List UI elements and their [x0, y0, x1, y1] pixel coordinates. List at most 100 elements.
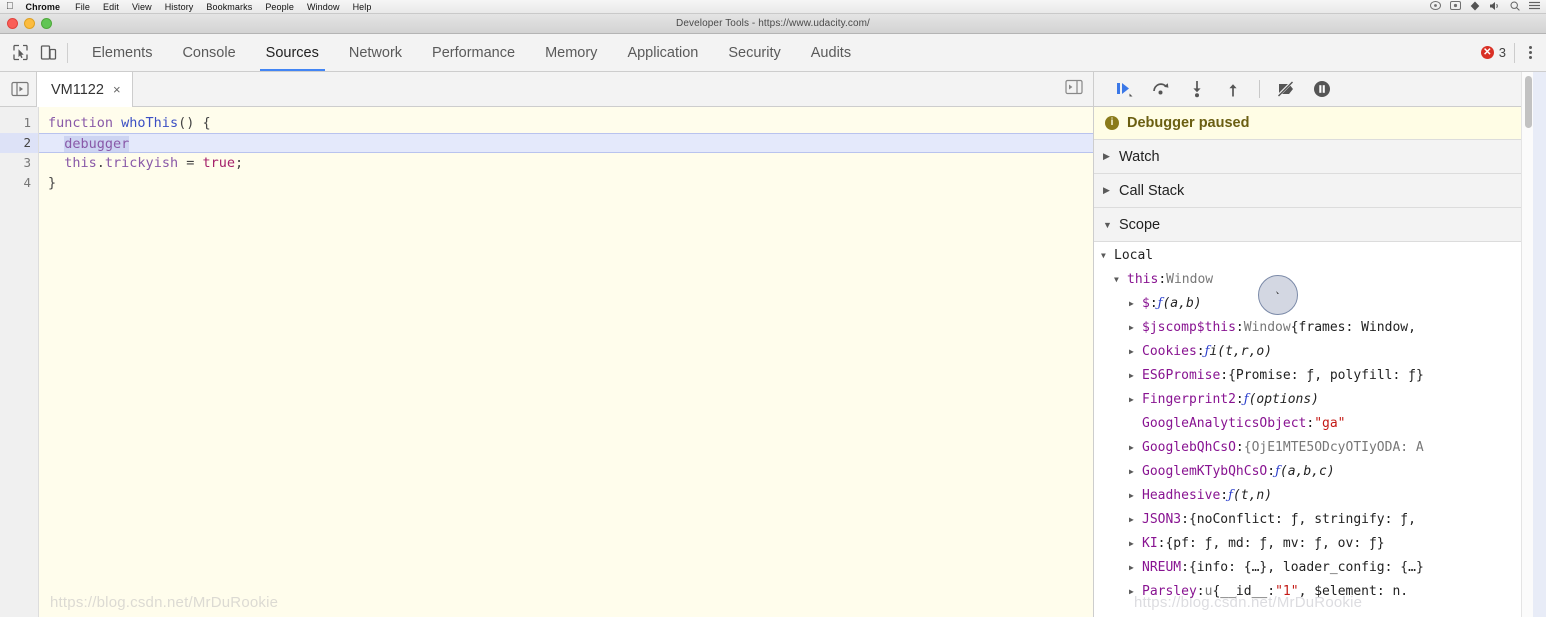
pause-on-exceptions-icon[interactable] — [1307, 76, 1337, 102]
menu-item-bookmarks[interactable]: Bookmarks — [206, 2, 252, 12]
function-args: i(t,r,o) — [1209, 344, 1273, 359]
resume-icon[interactable] — [1110, 76, 1140, 102]
function-args: (t,n) — [1232, 488, 1273, 503]
tab-security[interactable]: Security — [713, 34, 795, 71]
close-window-button[interactable] — [7, 18, 18, 29]
file-tab-vm1122[interactable]: VM1122 × — [36, 72, 133, 107]
scope-this-name: this — [1127, 272, 1159, 287]
property-preview: {info: {…}, loader_config: {…} — [1188, 560, 1424, 575]
scope-property-row[interactable]: ▶ Parsley: u {__id__: "1", $element: n. — [1094, 580, 1546, 604]
menu-item-edit[interactable]: Edit — [103, 2, 119, 12]
tabbar-divider — [1514, 42, 1515, 63]
scope-property-row[interactable]: ▶ Fingerprint2: ƒ (options) — [1094, 388, 1546, 412]
control-center-icon[interactable] — [1529, 1, 1540, 12]
property-preview: {noConflict: ƒ, stringify: ƒ, — [1188, 512, 1416, 527]
inspect-element-icon[interactable] — [6, 39, 34, 67]
function-args: (options) — [1248, 392, 1320, 407]
show-navigator-icon[interactable] — [4, 72, 36, 106]
devtools-tab-bar: Elements Console Sources Network Perform… — [0, 34, 1546, 72]
kebab-menu-icon[interactable] — [1523, 42, 1538, 63]
tab-network[interactable]: Network — [334, 34, 417, 71]
step-into-icon[interactable] — [1182, 76, 1212, 102]
scope-property-row[interactable]: ▶ JSON3: {noConflict: ƒ, stringify: ƒ, — [1094, 508, 1546, 532]
step-over-icon[interactable] — [1146, 76, 1176, 102]
this-keyword: this — [64, 155, 97, 171]
code-editor[interactable]: 1 2 3 4 function whoThis() { debugger th… — [0, 107, 1093, 617]
debugger-toolbar — [1094, 72, 1546, 107]
scrollbar-thumb[interactable] — [1525, 76, 1532, 128]
menu-item-people[interactable]: People — [265, 2, 294, 12]
tab-elements[interactable]: Elements — [77, 34, 167, 71]
section-call-stack-label: Call Stack — [1119, 182, 1185, 199]
scope-property-row[interactable]: ▶ $: ƒ (a,b) — [1094, 292, 1546, 316]
search-icon[interactable] — [1510, 0, 1520, 13]
debugger-statement: debugger — [64, 136, 130, 152]
editor-tab-bar: VM1122 × — [0, 72, 1093, 107]
maximize-window-button[interactable] — [41, 18, 52, 29]
property-name: $ — [1142, 296, 1150, 311]
close-icon[interactable]: × — [113, 83, 121, 96]
show-debugger-icon[interactable] — [1065, 79, 1083, 100]
tab-audits[interactable]: Audits — [796, 34, 866, 71]
scope-property-row[interactable]: ▶ GooglebQhCsO: {OjE1MTE5ODcyOTIyODA: A — [1094, 436, 1546, 460]
scope-property-row[interactable]: ▶ NREUM: {info: {…}, loader_config: {…} — [1094, 556, 1546, 580]
screen-record-icon[interactable] — [1450, 1, 1461, 12]
line-number[interactable]: 2 — [0, 133, 38, 153]
punctuation: () { — [178, 115, 211, 131]
step-out-icon[interactable] — [1218, 76, 1248, 102]
code-line-4: } — [39, 173, 1093, 193]
chevron-right-icon: ▶ — [1129, 371, 1134, 380]
scope-property-row[interactable]: GoogleAnalyticsObject: "ga" — [1094, 412, 1546, 436]
line-number-gutter: 1 2 3 4 — [0, 107, 39, 617]
chevron-right-icon: ▶ — [1129, 491, 1134, 500]
scope-property-row[interactable]: ▶ Headhesive: ƒ (t,n) — [1094, 484, 1546, 508]
debugger-toolbar-divider — [1259, 80, 1260, 98]
dropbox-icon[interactable] — [1470, 1, 1480, 13]
apple-logo-icon[interactable]:  — [6, 1, 14, 12]
scope-this-row[interactable]: ▼ this: Window — [1094, 268, 1546, 292]
scope-property-row[interactable]: ▶ KI: {pf: ƒ, md: ƒ, mv: ƒ, ov: ƒ} — [1094, 532, 1546, 556]
property-name: KI — [1142, 536, 1158, 551]
volume-icon[interactable] — [1489, 1, 1501, 13]
chevron-right-icon: ▶ — [1129, 347, 1134, 356]
toolbar-divider — [67, 42, 68, 63]
minimize-window-button[interactable] — [24, 18, 35, 29]
section-scope[interactable]: ▼ Scope — [1094, 208, 1546, 242]
property-name: $jscomp$this — [1142, 320, 1236, 335]
scope-local-row[interactable]: ▼ Local — [1094, 244, 1546, 268]
property-name: Headhesive — [1142, 488, 1221, 503]
scope-property-row[interactable]: ▶ $jscomp$this: Window {frames: Window, — [1094, 316, 1546, 340]
scope-property-row[interactable]: ▶ Cookies: ƒ i(t,r,o) — [1094, 340, 1546, 364]
code-lines[interactable]: function whoThis() { debugger this.trick… — [39, 107, 1093, 617]
tab-sources[interactable]: Sources — [251, 34, 334, 71]
menu-item-history[interactable]: History — [165, 2, 194, 12]
property-name: GooglemKTybQhCsO — [1142, 464, 1268, 479]
chevron-right-icon: ▶ — [1129, 299, 1134, 308]
tab-application[interactable]: Application — [612, 34, 713, 71]
assignment-operator: = — [178, 155, 203, 171]
property-string: "1" — [1275, 584, 1299, 599]
deactivate-breakpoints-icon[interactable] — [1271, 76, 1301, 102]
device-toolbar-icon[interactable] — [34, 39, 62, 67]
scrollbar-track[interactable] — [1521, 72, 1533, 617]
editor-tab-bar-right — [1065, 72, 1093, 106]
scope-tree[interactable]: ▼ Local ▼ this: Window ▶ $: ƒ (a,b) ▶ $j… — [1094, 242, 1546, 617]
menu-item-window[interactable]: Window — [307, 2, 340, 12]
window-title: Developer Tools - https://www.udacity.co… — [676, 18, 870, 29]
section-call-stack[interactable]: ▶ Call Stack — [1094, 174, 1546, 208]
section-scope-label: Scope — [1119, 216, 1161, 233]
error-count-badge[interactable]: ✕ 3 — [1480, 45, 1506, 60]
menu-item-chrome[interactable]: Chrome — [26, 2, 61, 12]
tab-console[interactable]: Console — [167, 34, 250, 71]
devtools-tab-bar-right: ✕ 3 — [1480, 42, 1546, 63]
tab-performance[interactable]: Performance — [417, 34, 530, 71]
tab-memory[interactable]: Memory — [530, 34, 612, 71]
scope-property-row[interactable]: ▶ ES6Promise: {Promise: ƒ, polyfill: ƒ} — [1094, 364, 1546, 388]
menu-item-help[interactable]: Help — [353, 2, 372, 12]
scope-property-row[interactable]: ▶ GooglemKTybQhCsO: ƒ (a,b,c) — [1094, 460, 1546, 484]
screen-share-icon[interactable] — [1430, 1, 1441, 12]
menu-item-view[interactable]: View — [132, 2, 152, 12]
menu-item-file[interactable]: File — [75, 2, 90, 12]
section-watch[interactable]: ▶ Watch — [1094, 140, 1546, 174]
property-name: ES6Promise — [1142, 368, 1221, 383]
